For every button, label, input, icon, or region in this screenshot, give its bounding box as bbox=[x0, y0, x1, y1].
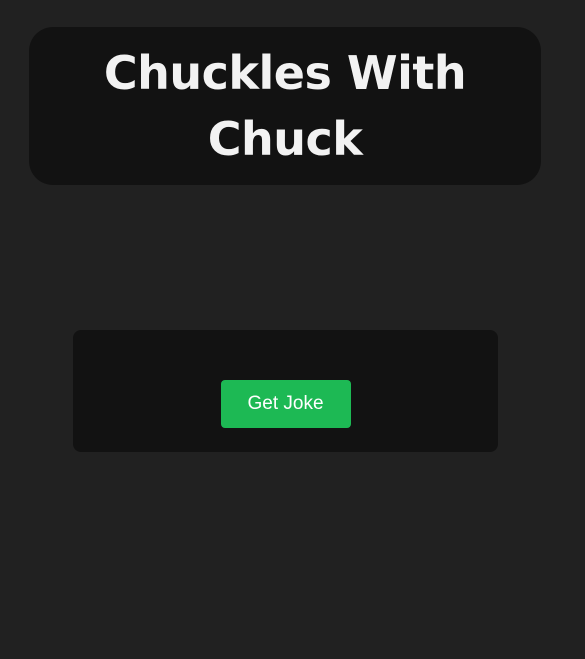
header-card: Chuckles With Chuck bbox=[29, 27, 541, 185]
page-title: Chuckles With Chuck bbox=[103, 46, 467, 166]
get-joke-button[interactable]: Get Joke bbox=[220, 380, 351, 428]
joke-card: Get Joke bbox=[73, 330, 498, 452]
